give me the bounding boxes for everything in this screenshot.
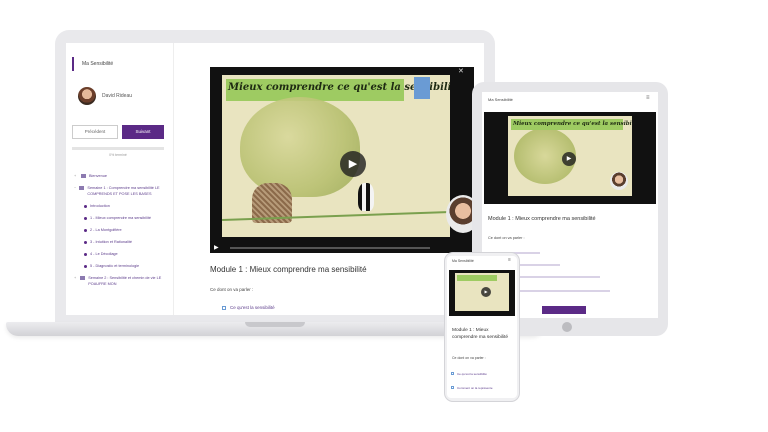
- video-banner-text: Mieux comprendre ce qu'est la sensibilit…: [511, 119, 632, 130]
- phone-screen: Ma Sensibilité ≡ ▶ Module 1 : Mieux comp…: [447, 256, 517, 398]
- laptop-screen: Ma Sensibilité David Rideau Précédent Su…: [66, 43, 484, 315]
- nav-item-week1[interactable]: − Semaine 1 : Comprendre ma sensibilité L…: [74, 185, 170, 197]
- video-frame: ▶: [455, 273, 509, 311]
- intro-text: Ce dont on va parler :: [488, 236, 525, 240]
- video-player[interactable]: Mieux comprendre ce qu'est la sensibilit…: [210, 67, 480, 253]
- menu-icon[interactable]: ≡: [646, 95, 650, 101]
- next-button[interactable]: Suivant: [122, 125, 164, 139]
- nav-item-label: Semaine 2 : Sensibilité et chemin de vie…: [88, 276, 162, 286]
- nav-item-label: Introduction: [90, 204, 110, 208]
- nav-item-week2[interactable]: + Semaine 2 : Sensibilité et chemin de vi…: [74, 275, 170, 287]
- tablet-header: Ma Sensibilité: [488, 97, 513, 102]
- close-icon[interactable]: ✕: [458, 67, 464, 75]
- checkbox-icon: [222, 305, 226, 310]
- presenter-facecam: [610, 172, 628, 190]
- banner-tag: [414, 77, 430, 99]
- lesson-dot-icon: [84, 216, 87, 220]
- video-player[interactable]: ▶: [449, 270, 515, 316]
- nav-item-lesson[interactable]: 3 - Intuition et Rationalité: [74, 239, 170, 245]
- lesson-nav: + Bienvenue − Semaine 1 : Comprendre ma se…: [74, 173, 170, 293]
- module-title: Module 1 : Mieux comprendre ma sensibili…: [210, 265, 367, 274]
- home-button: [562, 322, 572, 332]
- course-title: Ma Sensibilité: [72, 57, 113, 71]
- module-title: Module 1 : Mieux comprendre ma sensibili…: [452, 328, 508, 340]
- checkbox-icon: [451, 386, 454, 389]
- book-icon: [79, 186, 85, 190]
- expand-icon: +: [74, 276, 77, 280]
- checkbox-icon: [451, 372, 454, 375]
- nav-item-label: Bienvenue: [89, 174, 107, 178]
- intro-text: Ce dont on va parler :: [452, 356, 486, 360]
- expand-icon: +: [74, 174, 77, 178]
- video-scrubber[interactable]: [230, 247, 430, 249]
- nav-item-label: 2 - La Montgolfière: [90, 228, 122, 232]
- lesson-content: Mieux comprendre ce qu'est la sensibilit…: [174, 43, 484, 315]
- video-frame: Mieux comprendre ce qu'est la sensibilit…: [222, 75, 450, 237]
- phone-header: Ma Sensibilité: [452, 259, 474, 263]
- collapse-icon: −: [74, 186, 77, 190]
- nav-item-lesson[interactable]: Introduction: [74, 203, 170, 209]
- module-title: Module 1 : Mieux comprendre ma sensibili…: [488, 216, 596, 222]
- tree-illustration: [240, 97, 360, 197]
- nav-item-lesson[interactable]: 5 - Diagnostic et terminologie: [74, 263, 170, 269]
- play-icon[interactable]: ▶: [481, 287, 491, 297]
- play-icon[interactable]: ▶: [340, 151, 366, 177]
- progress-text: 0% terminé: [109, 153, 127, 157]
- play-icon[interactable]: ▶: [562, 152, 576, 166]
- nav-item-lesson[interactable]: 1 - Mieux comprendre ma sensibilité: [74, 215, 170, 221]
- topic-label: Comment on la représente: [457, 386, 493, 390]
- nav-item-label: 5 - Diagnostic et terminologie: [90, 264, 140, 268]
- avatar: [78, 87, 96, 105]
- topic-label: Ce qu'est la sensibilité: [230, 305, 275, 310]
- video-controls: ▶: [210, 243, 474, 253]
- nav-item-label: Semaine 1 : Comprendre ma sensibilité LE…: [87, 186, 160, 196]
- nav-item-welcome[interactable]: + Bienvenue: [74, 173, 170, 179]
- progress-bar: [72, 147, 164, 150]
- nav-item-lesson[interactable]: 2 - La Montgolfière: [74, 227, 170, 233]
- lesson-dot-icon: [84, 252, 87, 256]
- lesson-dot-icon: [84, 228, 87, 232]
- lesson-dot-icon: [84, 204, 87, 208]
- topic-item: Ce qu'est la sensibilité: [222, 305, 275, 310]
- video-player[interactable]: Mieux comprendre ce qu'est la sensibilit…: [484, 112, 656, 204]
- previous-button[interactable]: Précédent: [72, 125, 118, 139]
- nav-item-label: 3 - Intuition et Rationalité: [90, 240, 133, 244]
- nav-item-label: 1 - Mieux comprendre ma sensibilité: [90, 216, 151, 220]
- user-name: David Rideau: [102, 93, 133, 99]
- intro-text: Ce dont on va parler :: [210, 287, 254, 292]
- devices-mockup: Ma Sensibilité David Rideau Précédent Su…: [0, 0, 768, 432]
- lesson-dot-icon: [84, 264, 87, 268]
- book-icon: [81, 174, 86, 178]
- course-sidebar: Ma Sensibilité David Rideau Précédent Su…: [66, 43, 174, 315]
- menu-icon[interactable]: ≡: [508, 257, 511, 263]
- laptop-notch: [245, 322, 305, 327]
- book-icon: [80, 276, 86, 280]
- character-illustration: [358, 183, 374, 211]
- lesson-dot-icon: [84, 240, 87, 244]
- topic-label: Ce qu'est la sensibilité: [457, 372, 487, 376]
- video-banner: [457, 275, 497, 281]
- next-button[interactable]: [542, 306, 586, 314]
- nav-item-lesson[interactable]: 4 - Le Décollage: [74, 251, 170, 257]
- play-icon[interactable]: ▶: [214, 244, 219, 251]
- nav-item-label: 4 - Le Décollage: [90, 252, 118, 256]
